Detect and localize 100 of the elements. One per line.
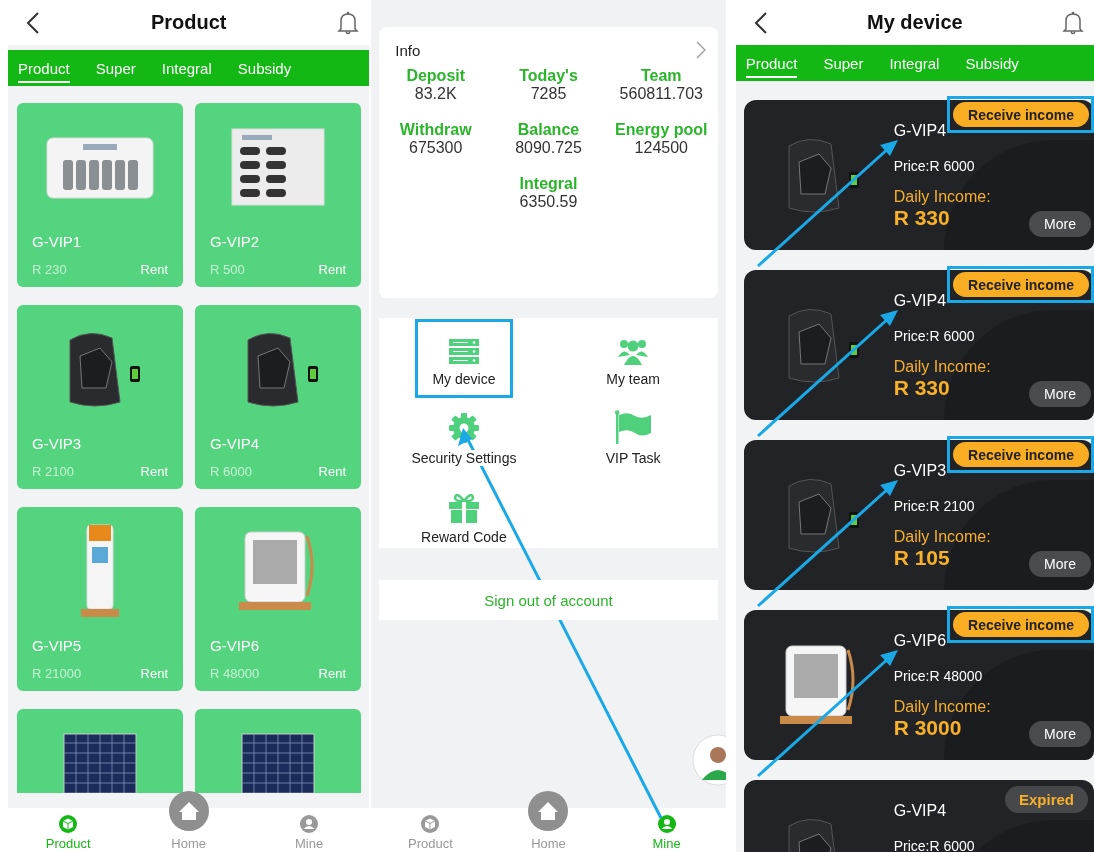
chevron-right-icon[interactable] [695,41,706,59]
menu-item[interactable]: Reward Code [383,477,544,556]
product-card[interactable]: G-VIP4 R 6000 Rent [195,305,361,489]
income-label: Daily Income: [893,528,991,546]
server-icon [447,339,480,365]
back-icon[interactable] [753,11,768,34]
sign-out-button[interactable]: Sign out of account [379,580,718,620]
menu-item[interactable]: Security Settings [383,398,544,477]
rent-button[interactable]: Rent [140,464,168,479]
user-icon [299,814,320,834]
back-icon[interactable] [26,11,40,34]
product-card[interactable]: G-VIP2 R 500 Rent [195,103,361,287]
product-price: R 48000 [210,666,260,681]
receive-income-button[interactable]: Receive income [953,102,1089,127]
stat-label: Deposit [406,67,466,85]
product-name: G-VIP2 [210,233,261,250]
product-price: R 500 [210,262,245,277]
receive-income-button[interactable]: Receive income [953,612,1089,637]
device-price: Price:R 48000 [893,668,984,684]
rent-button[interactable]: Rent [318,666,346,681]
nav-tab[interactable]: Home [531,836,566,852]
tab[interactable]: Super [823,48,864,78]
stat-value: 7285 [530,85,567,103]
package-icon [420,814,441,834]
product-name: G-VIP6 [210,637,261,654]
package-icon [58,814,79,834]
product-card[interactable]: G-VIP1 R 230 Rent [17,103,183,287]
more-button[interactable]: More [1029,551,1091,577]
gift-icon [447,493,480,523]
menu-item[interactable]: VIP Task [553,398,714,477]
device-name: G-VIP4 [893,292,948,310]
receive-income-button[interactable]: Receive income [953,272,1089,297]
rent-button[interactable]: Rent [318,464,346,479]
menu-item[interactable]: My team [553,319,714,398]
nav-tab[interactable]: Home [171,836,206,852]
more-button[interactable]: More [1029,381,1091,407]
stat-value: 124500 [634,139,688,157]
stat-label: Team [640,67,682,85]
more-button[interactable]: More [1029,211,1091,237]
device-price: Price:R 6000 [893,838,975,852]
stat-label: Today's [519,67,578,85]
menu-item[interactable]: My device [414,319,513,398]
tab[interactable]: Subsidy [237,53,292,83]
user-icon [656,814,677,834]
product-card[interactable]: G-VIP3 R 2100 Rent [17,305,183,489]
income-amount: R 330 [893,376,951,400]
tab[interactable]: Product [745,48,798,78]
stat-value: 83.2K [414,85,457,103]
product-name: G-VIP5 [32,637,83,654]
stat-label: Integral [519,175,578,193]
income-label: Daily Income: [893,698,991,716]
device-price: Price:R 6000 [893,328,976,344]
stat-label: Balance [517,121,580,139]
page-title: Product [150,11,227,34]
receive-income-button[interactable]: Receive income [953,442,1089,467]
nav-tab[interactable]: Product [407,836,453,852]
income-amount: R 105 [893,546,951,570]
nav-tab[interactable]: Mine [295,836,324,852]
product-price: R 21000 [32,666,82,681]
tab[interactable]: Subsidy [965,48,1019,78]
product-card[interactable]: G-VIP6 R 48000 Rent [195,507,361,691]
product-price: R 2100 [32,464,74,479]
device-name: G-VIP3 [893,462,948,480]
stat-value: 8090.725 [515,139,582,157]
tab[interactable]: Integral [889,48,940,78]
device-price: Price:R 6000 [893,158,976,174]
income-label: Daily Income: [893,358,991,376]
device-name: G-VIP4 [893,122,948,140]
rent-button[interactable]: Rent [140,666,168,681]
rent-button[interactable]: Rent [318,262,346,277]
rent-button[interactable]: Rent [140,262,168,277]
income-amount: R 330 [893,206,951,230]
bell-icon[interactable] [1062,10,1084,35]
tab[interactable]: Product [18,53,70,83]
info-title: Info [395,41,421,59]
page-title: My device [867,11,963,34]
stat-value: 6350.59 [519,193,578,211]
product-price: R 6000 [210,464,252,479]
product-name: G-VIP1 [32,233,83,250]
stat-label: Energy pool [615,121,708,139]
stat-label: Withdraw [399,121,472,139]
bell-icon[interactable] [337,10,360,35]
nav-tab[interactable]: Product [45,836,91,852]
product-name: G-VIP4 [210,435,261,452]
device-name: G-VIP4 [893,802,948,820]
nav-tab[interactable]: Mine [652,836,681,852]
tab[interactable]: Super [95,53,136,83]
stat-value: 675300 [409,139,463,157]
income-label: Daily Income: [893,188,991,206]
device-price: Price:R 2100 [893,498,976,514]
income-amount: R 3000 [893,716,963,740]
flag-icon [614,410,653,444]
product-card[interactable]: G-VIP5 R 21000 Rent [17,507,183,691]
product-price: R 230 [32,262,67,277]
expired-label: Expired [1004,786,1088,813]
tab[interactable]: Integral [161,53,212,83]
product-name: G-VIP3 [32,435,83,452]
device-name: G-VIP6 [893,632,948,650]
more-button[interactable]: More [1029,721,1091,747]
group-icon [616,337,651,365]
